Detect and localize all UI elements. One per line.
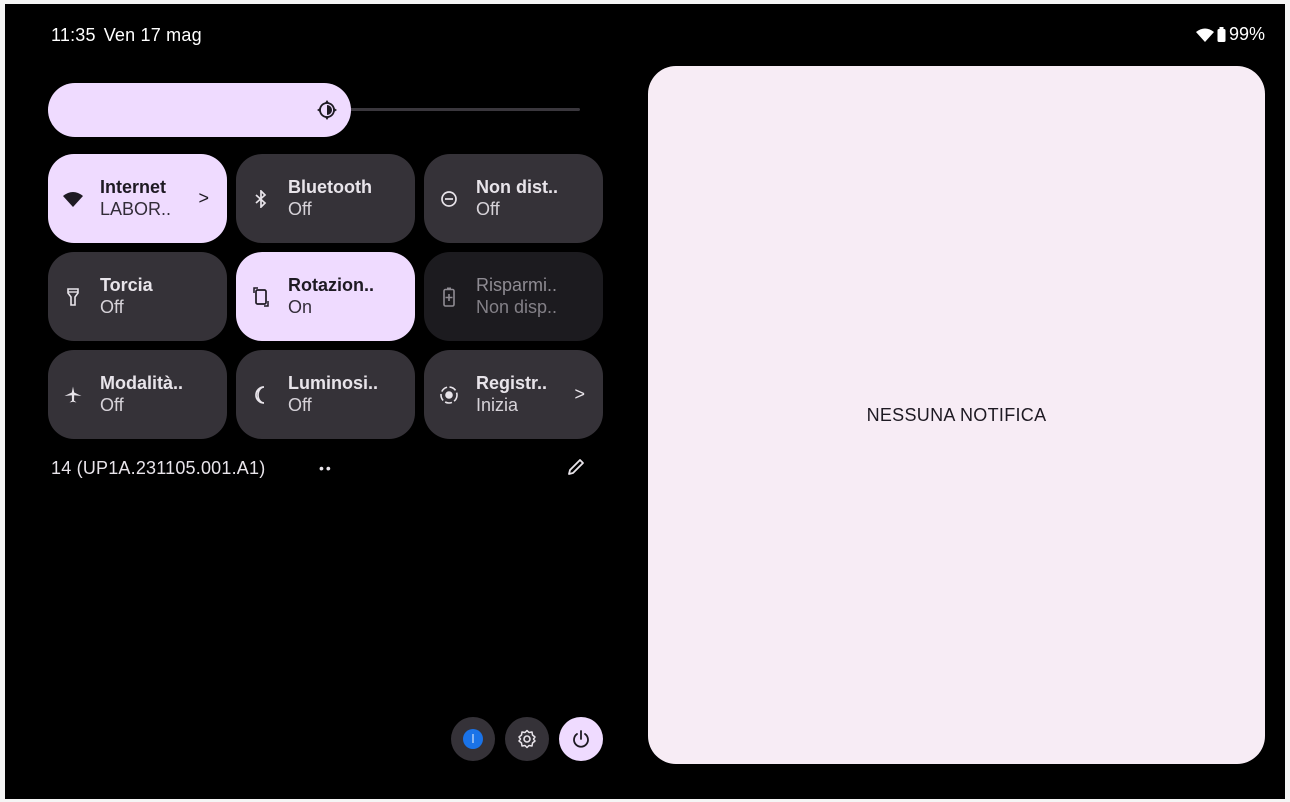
tile-night-light[interactable]: Luminosi.. Off xyxy=(236,350,415,439)
user-switcher-button[interactable] xyxy=(451,717,495,761)
flashlight-icon xyxy=(62,286,84,308)
wifi-icon xyxy=(62,188,84,210)
tile-title: Registr.. xyxy=(476,372,548,393)
build-number[interactable]: 14 (UP1A.231105.001.A1) xyxy=(51,458,265,479)
rotation-icon xyxy=(250,286,272,308)
notification-panel: NESSUNA NOTIFICA xyxy=(648,66,1265,764)
tile-internet[interactable]: Internet LABOR.. > xyxy=(48,154,227,243)
tile-subtitle: Off xyxy=(100,394,124,415)
settings-button[interactable] xyxy=(505,717,549,761)
edit-icon[interactable] xyxy=(565,456,587,478)
no-notifications-text: NESSUNA NOTIFICA xyxy=(866,404,1047,425)
tile-title: Modalità.. xyxy=(100,372,184,393)
bluetooth-icon xyxy=(250,188,272,210)
user-avatar-icon xyxy=(463,729,483,749)
do-not-disturb-icon xyxy=(438,188,460,210)
tile-title: Bluetooth xyxy=(288,176,372,197)
tile-title: Luminosi.. xyxy=(288,372,378,393)
battery-saver-icon xyxy=(438,286,460,308)
tile-title: Torcia xyxy=(100,274,153,295)
status-time: 11:35 xyxy=(51,25,96,45)
power-icon xyxy=(573,730,589,748)
status-bar-right: 99% xyxy=(1195,24,1265,45)
tile-subtitle: Off xyxy=(288,394,312,415)
wifi-icon xyxy=(1195,28,1214,42)
tile-title: Internet xyxy=(100,176,167,197)
airplane-icon xyxy=(62,384,84,406)
tile-title: Risparmi.. xyxy=(476,274,558,295)
brightness-track xyxy=(348,108,580,111)
tile-subtitle: LABOR.. xyxy=(100,198,172,219)
tile-screen-record[interactable]: Registr.. Inizia > xyxy=(424,350,603,439)
status-bar-left: 11:35 Ven 17 mag xyxy=(51,25,210,46)
brightness-slider[interactable] xyxy=(48,83,580,137)
tile-subtitle: Non disp.. xyxy=(476,296,558,317)
night-light-icon xyxy=(250,384,272,406)
quick-settings-tiles: Internet LABOR.. > Bluetooth Off Non dist.… xyxy=(48,154,604,439)
tile-airplane-mode[interactable]: Modalità.. Off xyxy=(48,350,227,439)
tile-subtitle: Off xyxy=(476,198,500,219)
battery-percent: 99% xyxy=(1228,24,1265,44)
battery-icon xyxy=(1217,27,1226,42)
page-indicator: •• xyxy=(319,460,333,476)
tile-title: Non dist.. xyxy=(476,176,558,197)
brightness-icon xyxy=(317,100,337,120)
tile-title: Rotazion.. xyxy=(288,274,374,295)
status-date: Ven 17 mag xyxy=(103,25,202,45)
tile-rotation[interactable]: Rotazion.. On xyxy=(236,252,415,341)
tile-battery-saver[interactable]: Risparmi.. Non disp.. xyxy=(424,252,603,341)
tile-do-not-disturb[interactable]: Non dist.. Off xyxy=(424,154,603,243)
quick-settings-screen: 11:35 Ven 17 mag 99% InternetLABOR.. > xyxy=(5,4,1285,799)
tile-bluetooth[interactable]: Bluetooth Off xyxy=(236,154,415,243)
chevron-right-icon: > xyxy=(198,188,209,208)
tile-subtitle: On xyxy=(288,296,313,317)
power-button[interactable] xyxy=(559,717,603,761)
brightness-fill[interactable] xyxy=(48,83,351,137)
screen-record-icon xyxy=(438,384,460,406)
chevron-right-icon: > xyxy=(574,384,585,404)
tile-flashlight[interactable]: Torcia Off xyxy=(48,252,227,341)
tile-subtitle: Off xyxy=(288,198,312,219)
gear-icon xyxy=(518,729,536,749)
tile-subtitle: Inizia xyxy=(476,394,519,415)
tile-subtitle: Off xyxy=(100,296,124,317)
